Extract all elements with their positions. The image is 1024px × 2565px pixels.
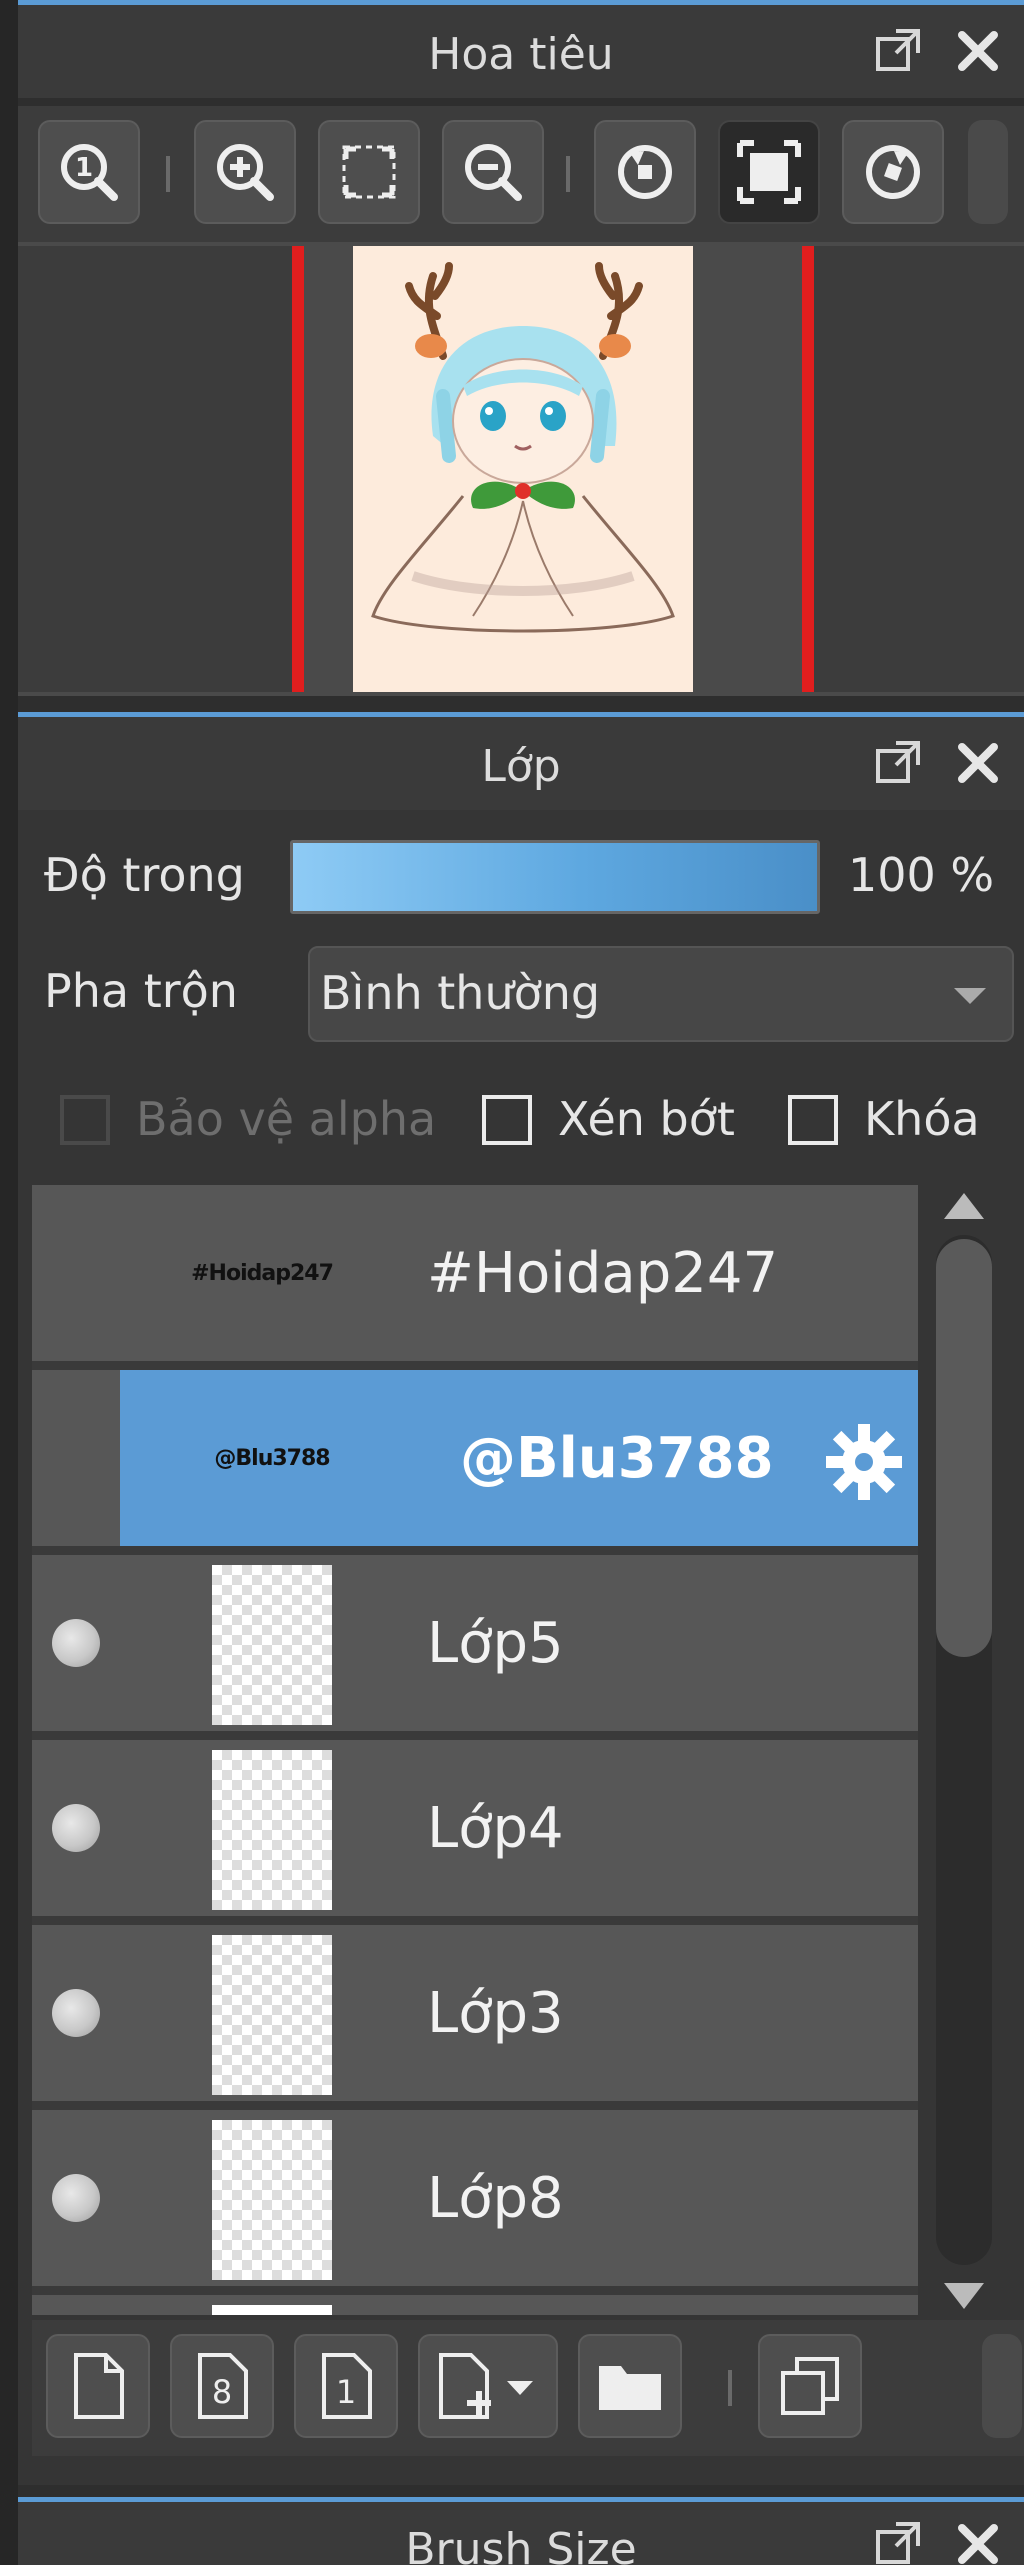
layer-item[interactable]: Lớp8 [32, 2110, 918, 2290]
layer-list-scrollbar[interactable] [926, 1185, 1000, 2315]
layer-name: Lớp3 [427, 1981, 564, 2046]
zoom-actual-icon: 1 [61, 144, 118, 201]
toolbar-scroll[interactable] [982, 2334, 1022, 2438]
close-icon[interactable] [952, 25, 1004, 77]
navigator-preview[interactable] [18, 242, 1024, 696]
zoom-actual-button[interactable]: 1 [38, 120, 140, 224]
layer-name: Lớp5 [427, 1611, 564, 1676]
add-layer-menu-icon [439, 2353, 533, 2419]
zoom-in-icon [217, 144, 274, 201]
visibility-toggle-icon[interactable] [52, 1804, 100, 1852]
rotate-right-button[interactable] [842, 120, 944, 224]
layer-thumbnail: #Hoidap247 [191, 1261, 334, 1286]
visibility-toggle-icon[interactable] [52, 1619, 100, 1667]
layer-list: #Hoidap247 #Hoidap247 @Blu3788 @Blu3788 [32, 1185, 918, 2315]
opacity-label: Độ trong [44, 848, 245, 902]
navigator-toolbar: 1 [18, 106, 1024, 242]
layer-item[interactable]: Lớp3 [32, 1925, 918, 2105]
chevron-down-icon [954, 988, 986, 1004]
layer-item[interactable]: Lớp4 [32, 1740, 918, 1920]
new-folder-button[interactable] [578, 2334, 682, 2438]
svg-text:1: 1 [75, 153, 93, 183]
layer-thumbnail [212, 1565, 332, 1725]
layer-item[interactable]: Lớp5 [32, 1555, 918, 1735]
layer-indent [32, 1370, 120, 1550]
left-edge [0, 0, 18, 2565]
close-icon[interactable] [952, 2518, 1004, 2565]
zoom-out-button[interactable] [442, 120, 544, 224]
layer-thumbnail [212, 1750, 332, 1910]
rotate-right-icon [866, 145, 920, 199]
new-8bit-layer-button[interactable]: 8 [170, 2334, 274, 2438]
new-1bit-layer-button[interactable]: 1 [294, 2334, 398, 2438]
blend-mode-value: Bình thường [320, 966, 601, 1020]
new-layer-icon [74, 2353, 124, 2419]
layer-thumbnail [212, 2305, 332, 2315]
opacity-slider[interactable] [290, 840, 820, 914]
layer-item[interactable] [32, 2295, 918, 2315]
layer-item[interactable]: #Hoidap247 #Hoidap247 [32, 1185, 918, 1365]
brush-size-header: Brush Size [18, 2497, 1024, 2565]
bit-depth-8-text: 8 [212, 2373, 232, 2411]
duplicate-layer-button[interactable] [758, 2334, 862, 2438]
layer-thumbnail: @Blu3788 [214, 1446, 330, 1471]
toolbar-divider [566, 156, 570, 192]
new-layer-button[interactable] [46, 2334, 150, 2438]
protect-alpha-checkbox[interactable] [60, 1095, 110, 1145]
new-folder-icon [599, 2366, 661, 2410]
layer-thumbnail [212, 1935, 332, 2095]
popout-icon[interactable] [872, 25, 924, 77]
visibility-toggle-icon[interactable] [52, 1989, 100, 2037]
scroll-thumb[interactable] [936, 1239, 992, 1657]
layer-toolbar: 8 1 [32, 2320, 1024, 2456]
scroll-down-icon[interactable] [944, 2283, 984, 2309]
artwork-image [371, 262, 675, 633]
rotate-left-button[interactable] [594, 120, 696, 224]
layers-panel-body: Độ trong 100 % Pha trộn Bình thường Bảo … [18, 810, 1024, 2485]
duplicate-layer-icon [781, 2357, 839, 2415]
lock-checkbox[interactable] [788, 1095, 838, 1145]
lock-label: Khóa [864, 1092, 980, 1146]
zoom-in-button[interactable] [194, 120, 296, 224]
fit-screen-button[interactable] [318, 120, 420, 224]
layer-name: @Blu3788 [460, 1426, 774, 1491]
toolbar-scroll[interactable] [968, 120, 1008, 224]
new-1bit-layer-icon: 1 [322, 2353, 372, 2419]
layer-item-selected[interactable]: @Blu3788 @Blu3788 [120, 1370, 918, 1550]
navigator-header: Hoa tiêu [18, 0, 1024, 98]
preview-outside [18, 246, 298, 692]
toolbar-divider [166, 156, 170, 192]
add-layer-menu-button[interactable] [418, 2334, 558, 2438]
scroll-up-icon[interactable] [944, 1193, 984, 1219]
layers-header: Lớp [18, 712, 1024, 810]
protect-alpha-label: Bảo vệ alpha [136, 1092, 437, 1146]
blend-mode-select[interactable]: Bình thường [308, 946, 1014, 1042]
layer-thumbnail [212, 2120, 332, 2280]
layer-name: #Hoidap247 [427, 1241, 779, 1306]
preview-outside [810, 246, 1024, 692]
visibility-toggle-icon[interactable] [52, 2174, 100, 2222]
layer-name: Lớp8 [427, 2166, 564, 2231]
fit-canvas-icon [737, 140, 801, 204]
fit-canvas-button[interactable] [718, 120, 820, 224]
rotate-left-icon [618, 145, 672, 199]
popout-icon[interactable] [872, 2518, 924, 2565]
clip-checkbox[interactable] [482, 1095, 532, 1145]
viewport-right-edge [802, 246, 814, 692]
fit-screen-icon [342, 145, 396, 199]
zoom-out-icon [465, 144, 522, 201]
bit-depth-1-text: 1 [336, 2373, 356, 2411]
layer-name: Lớp4 [427, 1796, 564, 1861]
canvas-thumbnail [353, 246, 693, 692]
toolbar-divider [728, 2370, 732, 2406]
popout-icon[interactable] [872, 737, 924, 789]
blend-label: Pha trộn [44, 964, 238, 1018]
opacity-value: 100 % [848, 848, 995, 902]
clip-label: Xén bớt [558, 1092, 735, 1146]
new-8bit-layer-icon: 8 [198, 2353, 248, 2419]
viewport-left-edge [292, 246, 304, 692]
gear-icon[interactable] [822, 1420, 906, 1504]
close-icon[interactable] [952, 737, 1004, 789]
